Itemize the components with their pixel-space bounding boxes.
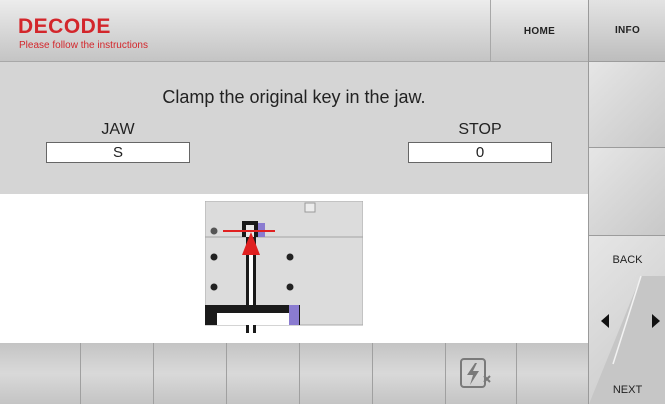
toolbar-button-8[interactable]	[517, 343, 588, 404]
instruction-text: Clamp the original key in the jaw.	[162, 87, 426, 107]
page-subtitle: Please follow the instructions	[19, 40, 148, 51]
toolbar-button-3[interactable]	[154, 343, 227, 404]
toolbar-button-5[interactable]	[300, 343, 373, 404]
bottom-toolbar	[0, 343, 588, 404]
back-next-button[interactable]: BACK NEXT	[589, 236, 665, 404]
header-bar: DECODE Please follow the instructions HO…	[0, 0, 588, 62]
jaw-label: JAW	[101, 121, 135, 138]
stop-label: STOP	[458, 121, 502, 138]
sidebar-blank-button-2[interactable]	[589, 148, 665, 236]
home-button[interactable]: HOME	[490, 0, 588, 62]
jaw-clamp-illustration	[205, 201, 363, 333]
instruction-panel: Clamp the original key in the jaw. JAW S…	[0, 62, 588, 194]
jaw-value-field: S	[46, 142, 190, 163]
cutter-disabled-icon[interactable]	[459, 357, 493, 391]
toolbar-button-2[interactable]	[81, 343, 154, 404]
toolbar-button-1[interactable]	[0, 343, 81, 404]
back-arrow-icon[interactable]	[601, 314, 609, 328]
stop-value-field: 0	[408, 142, 552, 163]
sidebar-blank-button-1[interactable]	[589, 62, 665, 148]
next-label[interactable]: NEXT	[589, 384, 665, 396]
toolbar-button-cutter[interactable]	[446, 343, 517, 404]
page-title: DECODE	[18, 15, 111, 38]
toolbar-button-4[interactable]	[227, 343, 300, 404]
back-label[interactable]: BACK	[589, 254, 665, 266]
info-button[interactable]: INFO	[589, 0, 665, 62]
right-sidebar: INFO BACK NEXT	[588, 0, 665, 404]
next-arrow-icon[interactable]	[652, 314, 660, 328]
toolbar-button-6[interactable]	[373, 343, 446, 404]
